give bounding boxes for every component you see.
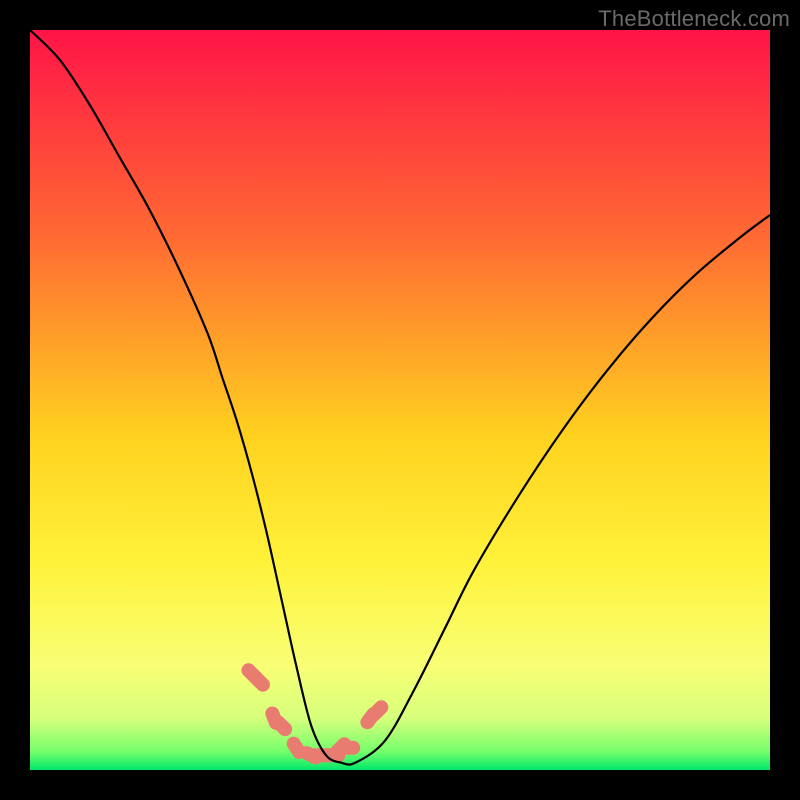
chart-frame: TheBottleneck.com xyxy=(0,0,800,800)
highlight-dots xyxy=(239,660,392,766)
highlight-dot xyxy=(336,741,360,755)
bottleneck-curve xyxy=(30,30,770,765)
curve-layer xyxy=(30,30,770,770)
plot-area xyxy=(30,30,770,770)
watermark-text: TheBottleneck.com xyxy=(598,6,790,32)
